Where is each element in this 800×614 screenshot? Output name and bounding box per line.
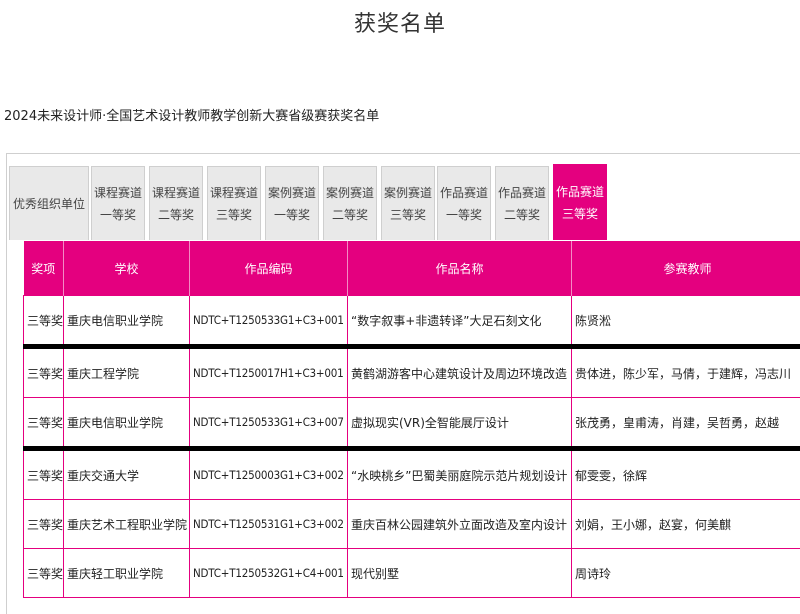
cell-work-name: 虚拟现实(VR)全智能展厅设计 — [348, 398, 572, 449]
table-row: 三等奖 重庆交通大学 NDTC+T1250003G1+C3+002 “水映桃乡”… — [24, 449, 800, 500]
tab-outstanding-organizer[interactable]: 优秀组织单位 — [9, 166, 89, 240]
cell-work-name: “水映桃乡”巴蜀美丽庭院示范片规划设计 — [348, 449, 572, 500]
table-row: 三等奖 重庆电信职业学院 NDTC+T1250533G1+C3+007 虚拟现实… — [24, 398, 800, 449]
page-subtitle: 2024未来设计师·全国艺术设计教师教学创新大赛省级赛获奖名单 — [4, 105, 379, 124]
cell-work-name: 黄鹤湖游客中心建筑设计及周边环境改造 — [348, 347, 572, 398]
cell-school: 重庆交通大学 — [64, 449, 190, 500]
tab-course-track-second[interactable]: 课程赛道二等奖 — [149, 166, 203, 240]
tab-case-track-second[interactable]: 案例赛道二等奖 — [323, 166, 377, 240]
cell-school: 重庆艺术工程职业学院 — [64, 500, 190, 549]
cell-award: 三等奖 — [24, 296, 64, 347]
table-header-row: 奖项 学校 作品编码 作品名称 参赛教师 — [24, 241, 800, 296]
cell-code: NDTC+T1250003G1+C3+002 — [190, 449, 348, 500]
cell-award: 三等奖 — [24, 500, 64, 549]
cell-code: NDTC+T1250531G1+C3+002 — [190, 500, 348, 549]
header-award: 奖项 — [24, 241, 64, 296]
cell-work-name: 现代别墅 — [348, 549, 572, 598]
header-code: 作品编码 — [190, 241, 348, 296]
cell-school: 重庆电信职业学院 — [64, 296, 190, 347]
tab-work-track-second[interactable]: 作品赛道二等奖 — [495, 166, 549, 240]
awards-table: 奖项 学校 作品编码 作品名称 参赛教师 三等奖 重庆电信职业学院 NDTC+T… — [23, 241, 800, 598]
awards-table-container: 奖项 学校 作品编码 作品名称 参赛教师 三等奖 重庆电信职业学院 NDTC+T… — [23, 241, 800, 598]
tab-work-track-third[interactable]: 作品赛道三等奖 — [553, 164, 607, 240]
tab-bar: 优秀组织单位 课程赛道一等奖 课程赛道二等奖 课程赛道三等奖 案例赛道一等奖 案… — [7, 164, 800, 242]
tab-case-track-first[interactable]: 案例赛道一等奖 — [265, 166, 319, 240]
table-row: 三等奖 重庆艺术工程职业学院 NDTC+T1250531G1+C3+002 重庆… — [24, 500, 800, 549]
cell-teachers: 周诗玲 — [572, 549, 800, 598]
cell-work-name: “数字叙事+非遗转译”大足石刻文化 — [348, 296, 572, 347]
page-title: 获奖名单 — [0, 6, 800, 38]
table-row: 三等奖 重庆工程学院 NDTC+T1250017H1+C3+001 黄鹤湖游客中… — [24, 347, 800, 398]
cell-award: 三等奖 — [24, 347, 64, 398]
cell-teachers: 张茂勇，皇甫涛，肖建，吴哲勇，赵越 — [572, 398, 800, 449]
cell-school: 重庆工程学院 — [64, 347, 190, 398]
cell-award: 三等奖 — [24, 549, 64, 598]
tab-course-track-third[interactable]: 课程赛道三等奖 — [207, 166, 261, 240]
cell-code: NDTC+T1250532G1+C4+001 — [190, 549, 348, 598]
cell-award: 三等奖 — [24, 449, 64, 500]
awards-panel: 优秀组织单位 课程赛道一等奖 课程赛道二等奖 课程赛道三等奖 案例赛道一等奖 案… — [6, 153, 800, 614]
tab-course-track-first[interactable]: 课程赛道一等奖 — [91, 166, 145, 240]
header-school: 学校 — [64, 241, 190, 296]
cell-teachers: 郁雯雯，徐辉 — [572, 449, 800, 500]
cell-teachers: 刘娟，王小娜，赵宴，何美麒 — [572, 500, 800, 549]
cell-teachers: 陈贤淞 — [572, 296, 800, 347]
tab-case-track-third[interactable]: 案例赛道三等奖 — [381, 166, 435, 240]
table-row: 三等奖 重庆电信职业学院 NDTC+T1250533G1+C3+001 “数字叙… — [24, 296, 800, 347]
header-teachers: 参赛教师 — [572, 241, 800, 296]
cell-school: 重庆轻工职业学院 — [64, 549, 190, 598]
cell-code: NDTC+T1250533G1+C3+001 — [190, 296, 348, 347]
tab-work-track-first[interactable]: 作品赛道一等奖 — [437, 166, 491, 240]
cell-code: NDTC+T1250017H1+C3+001 — [190, 347, 348, 398]
cell-teachers: 贵体进，陈少军，马倩，于建辉，冯志川 — [572, 347, 800, 398]
header-work-name: 作品名称 — [348, 241, 572, 296]
cell-school: 重庆电信职业学院 — [64, 398, 190, 449]
cell-code: NDTC+T1250533G1+C3+007 — [190, 398, 348, 449]
cell-work-name: 重庆百林公园建筑外立面改造及室内设计 — [348, 500, 572, 549]
cell-award: 三等奖 — [24, 398, 64, 449]
table-row: 三等奖 重庆轻工职业学院 NDTC+T1250532G1+C4+001 现代别墅… — [24, 549, 800, 598]
